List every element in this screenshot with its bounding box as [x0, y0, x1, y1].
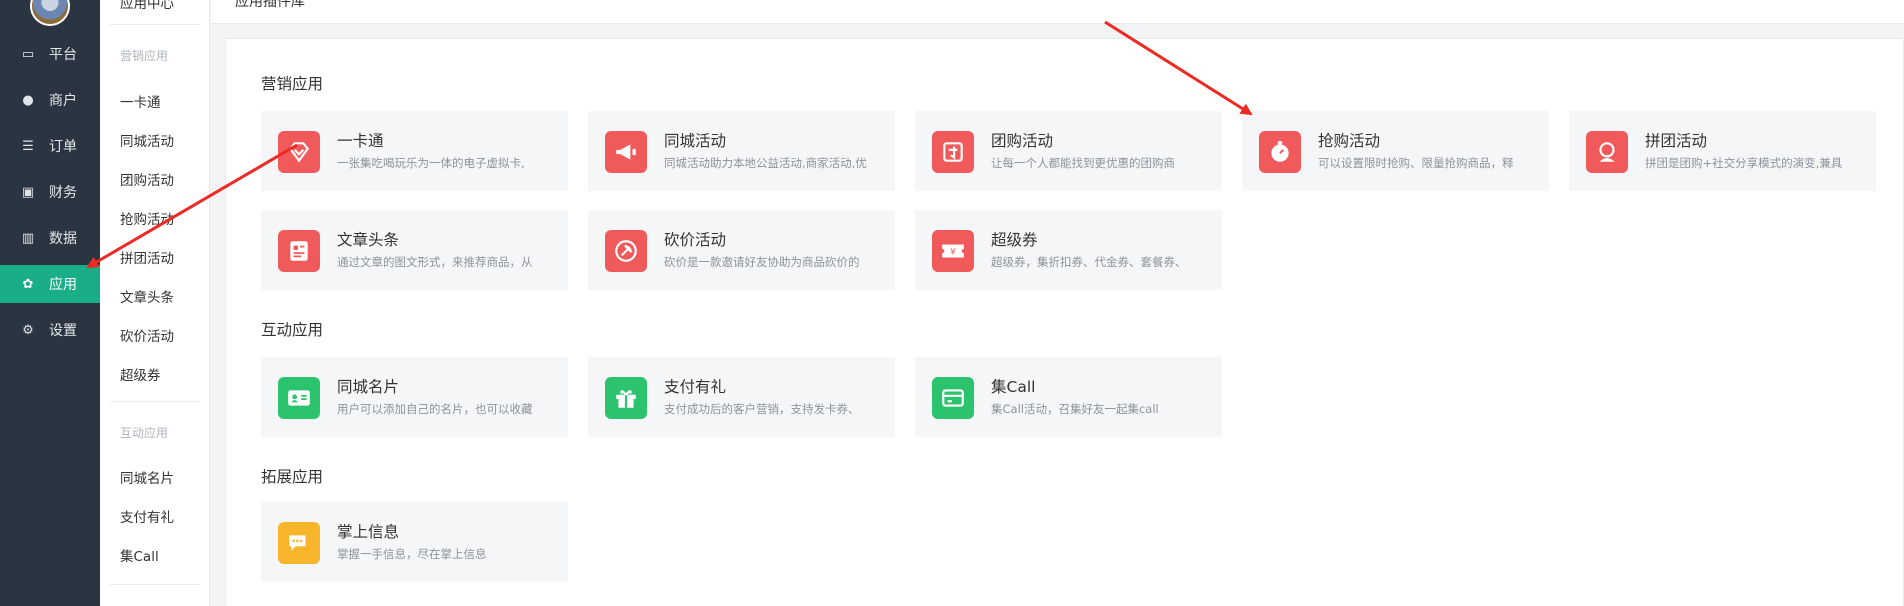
nav-item-label: 数据 [49, 231, 77, 247]
nav-item-merchant[interactable]: ● 商户 [0, 81, 100, 119]
nav-item-apps[interactable]: ✿ 应用 [0, 265, 100, 303]
app-card-title: 砍价活动 [664, 231, 727, 249]
subnav-item[interactable]: 砍价活动 [120, 325, 174, 345]
app-card-title: 集Call [991, 378, 1036, 396]
subnav-item[interactable]: 集Call [120, 545, 159, 565]
app-card-desc: 同城活动助力本地公益活动,商家活动,优 [664, 156, 867, 170]
app-card-title: 支付有礼 [664, 378, 727, 396]
app-card-desc: 掌握一手信息，尽在掌上信息 [337, 547, 487, 561]
nav-item-data[interactable]: ▥ 数据 [0, 219, 100, 257]
app-card-title: 超级券 [991, 231, 1038, 249]
app-card-yikatong[interactable]: 一卡通 一张集吃喝玩乐为一体的电子虚拟卡, [261, 111, 568, 191]
app-card-desc: 让每一个人都能找到更优惠的团购商 [991, 156, 1175, 170]
app-library-panel: 营销应用 一卡通 一张集吃喝玩乐为一体的电子虚拟卡, 同城活动 同城活动助力本地… [225, 38, 1904, 606]
section-title-interactive: 互动应用 [261, 321, 324, 339]
app-card-bargain[interactable]: 砍价活动 砍价是一款邀请好友协助为商品砍价的 [588, 210, 895, 290]
svg-text:¥: ¥ [950, 247, 956, 257]
subnav-item[interactable]: 同城名片 [120, 467, 174, 487]
app-card-tongcheng-activity[interactable]: 同城活动 同城活动助力本地公益活动,商家活动,优 [588, 111, 895, 191]
gear-icon: ⚙ [22, 322, 34, 338]
nav-item-orders[interactable]: ☰ 订单 [0, 127, 100, 165]
app-card-desc: 一张集吃喝玩乐为一体的电子虚拟卡, [337, 156, 525, 170]
apps-icon: ✿ [22, 276, 34, 292]
app-card-pocket-info[interactable]: 掌上信息 掌握一手信息，尽在掌上信息 [261, 502, 568, 582]
app-card-article-headline[interactable]: 文章头条 通过文章的图文形式，来推荐商品，从 [261, 210, 568, 290]
money-icon: ▣ [21, 184, 35, 200]
app-card-pay-gift[interactable]: 支付有礼 支付成功后的客户营销，支持发卡券、 [588, 357, 895, 437]
nav-item-label: 商户 [49, 93, 77, 109]
subnav-item[interactable]: 支付有礼 [120, 506, 174, 526]
subnav-item-app-center[interactable]: 应用中心 [120, 0, 174, 12]
subnav-section-interactive: 互动应用 [120, 426, 169, 440]
nav-item-platform[interactable]: ▭ 平台 [0, 35, 100, 73]
list-icon: ☰ [22, 138, 34, 154]
subnav-item[interactable]: 抢购活动 [120, 208, 174, 228]
diamond-card-icon [278, 131, 320, 173]
app-card-title: 团购活动 [991, 132, 1054, 150]
nav-item-label: 订单 [49, 139, 77, 155]
nav-item-finance[interactable]: ▣ 财务 [0, 173, 100, 211]
nav-item-label: 设置 [49, 323, 77, 339]
app-card-title: 同城名片 [337, 378, 400, 396]
main-nav: ▭ 平台 ● 商户 ☰ 订单 ▣ 财务 ▥ 数据 ✿ 应用 ⚙ 设置 [0, 0, 100, 606]
subnav-item[interactable]: 文章头条 [120, 286, 174, 306]
gift-icon [605, 377, 647, 419]
chat-bubble-icon [278, 522, 320, 564]
id-card-icon [278, 377, 320, 419]
top-bar: 应用插件库 [211, 0, 1904, 24]
app-card-pintuan[interactable]: 拼团活动 拼团是团购+社交分享模式的演变,兼具 [1569, 111, 1876, 191]
subnav-item[interactable]: 一卡通 [120, 91, 161, 111]
group-buy-icon [932, 131, 974, 173]
app-card-title: 拼团活动 [1645, 132, 1708, 150]
subnav-item[interactable]: 团购活动 [120, 169, 174, 189]
app-card-desc: 超级券，集折扣券、代金券、套餐券、 [991, 255, 1187, 269]
app-card-desc: 通过文章的图文形式，来推荐商品，从 [337, 255, 533, 269]
sub-nav: 应用中心 营销应用 一卡通 同城活动 团购活动 抢购活动 拼团活动 文章头条 砍… [100, 0, 210, 606]
nav-item-settings[interactable]: ⚙ 设置 [0, 311, 100, 349]
section-title-marketing: 营销应用 [261, 75, 324, 93]
users-icon: ● [22, 92, 34, 108]
app-card-flash-sale[interactable]: 抢购活动 可以设置限时抢购、限量抢购商品，释 [1242, 111, 1549, 191]
nav-item-label: 平台 [49, 47, 77, 63]
app-card-title: 抢购活动 [1318, 132, 1381, 150]
axe-icon [605, 230, 647, 272]
coupon-icon: ¥ [932, 230, 974, 272]
app-card-desc: 用户可以添加自己的名片，也可以收藏 [337, 402, 533, 416]
divider [110, 401, 200, 402]
monitor-icon: ▭ [21, 46, 35, 62]
subnav-item[interactable]: 超级券 [120, 364, 161, 384]
app-card-super-coupon[interactable]: ¥ 超级券 超级券，集折扣券、代金券、套餐券、 [915, 210, 1222, 290]
section-title-extension: 拓展应用 [261, 468, 324, 486]
app-card-desc: 砍价是一款邀请好友协助为商品砍价的 [664, 255, 860, 269]
bar-chart-icon: ▥ [21, 230, 35, 246]
article-icon [278, 230, 320, 272]
divider [110, 584, 200, 585]
app-card-desc: 可以设置限时抢购、限量抢购商品，释 [1318, 156, 1514, 170]
divider [110, 24, 200, 25]
subnav-item[interactable]: 拼团活动 [120, 247, 174, 267]
breadcrumb: 应用插件库 [235, 0, 305, 10]
logo [30, 0, 70, 26]
nav-item-label: 应用 [49, 277, 77, 293]
app-card-title: 掌上信息 [337, 523, 400, 541]
subnav-item[interactable]: 同城活动 [120, 130, 174, 150]
subnav-section-marketing: 营销应用 [120, 49, 169, 63]
megaphone-icon [605, 131, 647, 173]
app-card-desc: 集Call活动，召集好友一起集call [991, 402, 1159, 416]
app-card-title: 同城活动 [664, 132, 727, 150]
group-person-icon [1586, 131, 1628, 173]
app-card-desc: 拼团是团购+社交分享模式的演变,兼具 [1645, 156, 1843, 170]
app-card-business-card[interactable]: 同城名片 用户可以添加自己的名片，也可以收藏 [261, 357, 568, 437]
app-card-jicall[interactable]: 集Call 集Call活动，召集好友一起集call [915, 357, 1222, 437]
app-card-group-buy[interactable]: 团购活动 让每一个人都能找到更优惠的团购商 [915, 111, 1222, 191]
app-card-title: 一卡通 [337, 132, 384, 150]
stopwatch-icon [1259, 131, 1301, 173]
card-icon [932, 377, 974, 419]
app-card-title: 文章头条 [337, 231, 400, 249]
nav-item-label: 财务 [49, 185, 77, 201]
app-card-desc: 支付成功后的客户营销，支持发卡券、 [664, 402, 860, 416]
